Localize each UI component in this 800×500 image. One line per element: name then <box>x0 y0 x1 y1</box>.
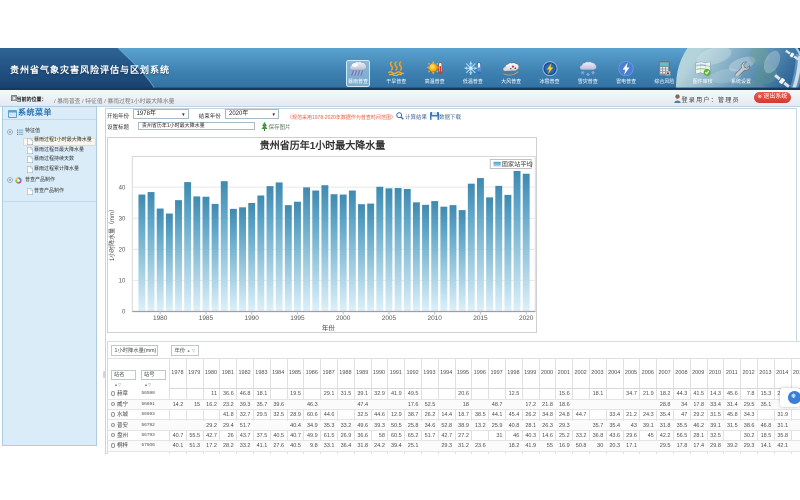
svg-text:2020: 2020 <box>519 315 534 322</box>
svg-text:40: 40 <box>119 185 126 191</box>
svg-text:2005: 2005 <box>382 315 397 322</box>
svg-text:1985: 1985 <box>199 315 214 322</box>
svg-text:30: 30 <box>119 216 126 222</box>
svg-text:10: 10 <box>119 278 126 284</box>
svg-text:20: 20 <box>119 247 126 253</box>
svg-text:1990: 1990 <box>244 315 259 322</box>
svg-text:2000: 2000 <box>336 315 351 322</box>
svg-text:1980: 1980 <box>153 315 168 322</box>
svg-text:国家站平均: 国家站平均 <box>502 160 533 168</box>
svg-text:1小时降水量（mm）: 1小时降水量（mm） <box>108 205 116 260</box>
svg-text:2010: 2010 <box>427 315 442 322</box>
svg-text:贵州省历年1小时最大降水量: 贵州省历年1小时最大降水量 <box>260 139 386 152</box>
svg-text:1995: 1995 <box>290 315 305 322</box>
svg-text:2015: 2015 <box>473 315 488 322</box>
svg-text:年份: 年份 <box>322 323 336 332</box>
svg-text:0: 0 <box>122 309 126 315</box>
